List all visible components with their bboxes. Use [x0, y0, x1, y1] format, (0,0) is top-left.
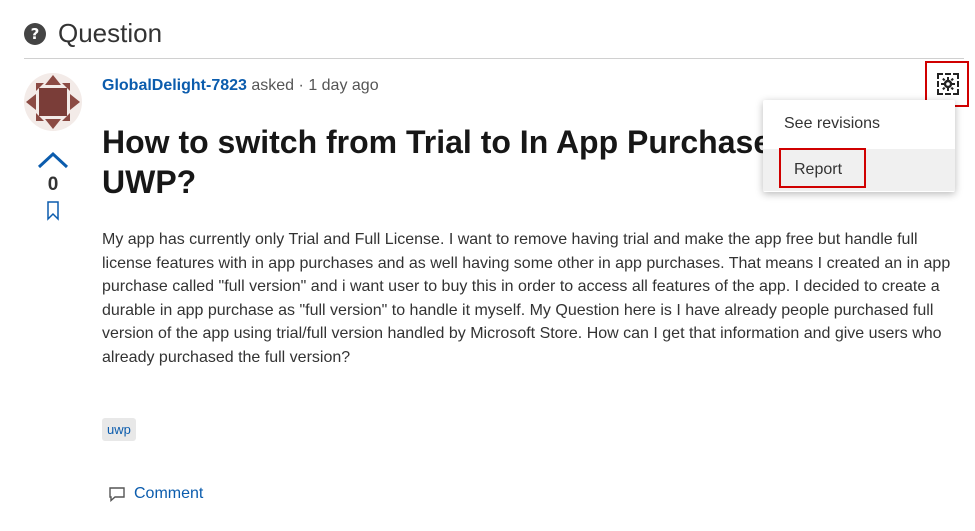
- vote-widget: 0: [36, 150, 70, 222]
- bookmark-icon[interactable]: [45, 200, 61, 222]
- avatar[interactable]: [24, 73, 82, 131]
- upvote-chevron-icon[interactable]: [36, 150, 70, 170]
- tag-uwp[interactable]: uwp: [102, 418, 136, 441]
- comment-icon: [109, 487, 125, 502]
- page-title: Question: [58, 18, 163, 48]
- gear-icon: [941, 77, 955, 91]
- menu-item-see-revisions[interactable]: See revisions: [763, 103, 955, 145]
- question-body: My app has currently only Trial and Full…: [102, 231, 951, 366]
- question-circle-icon: ?: [24, 22, 46, 45]
- header-divider: [24, 58, 964, 59]
- asked-time: 1 day ago: [308, 77, 379, 94]
- page-header: ? Question: [24, 18, 162, 49]
- author-link[interactable]: GlobalDelight-7823: [102, 77, 247, 94]
- settings-gear-button[interactable]: [937, 73, 959, 95]
- report-highlight: [779, 148, 866, 188]
- meta-separator: ·: [298, 77, 304, 94]
- question-title: How to switch from Trial to In App Purch…: [102, 124, 772, 200]
- comment-button[interactable]: Comment: [108, 485, 203, 503]
- vote-count: 0: [47, 174, 59, 195]
- question-meta: GlobalDelight-7823 asked · 1 day ago: [102, 77, 379, 95]
- asked-label: asked: [251, 77, 295, 94]
- comment-label: Comment: [134, 485, 204, 502]
